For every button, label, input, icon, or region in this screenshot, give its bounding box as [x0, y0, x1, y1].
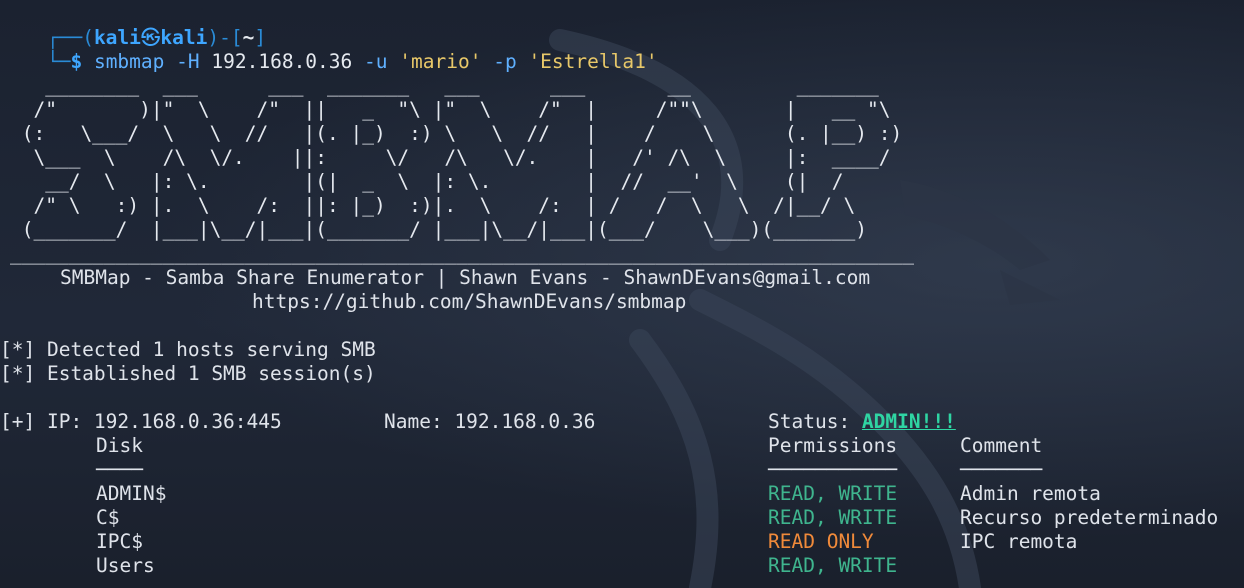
prompt-corner-bottom: └─ — [46, 50, 71, 73]
flag-host: -H — [176, 50, 200, 73]
header-comment: Comment — [960, 434, 1043, 457]
banner-art-line: (: \___/ \ \ // |(. |_) :) \ \ // | / \ … — [10, 122, 903, 145]
share-name: ADMIN$ — [96, 482, 167, 505]
arg-pass: 'Estrella1' — [528, 50, 658, 73]
host-name: Name: 192.168.0.36 — [384, 410, 596, 433]
info-established: [*] Established 1 SMB session(s) — [0, 362, 376, 385]
banner-art-line: (_______/ |___|\__/|___|(_______/ |___|\… — [10, 218, 868, 241]
smbmap-ascii-banner: ________ ___ ___ _______ ___ ___ __ ____… — [10, 74, 914, 266]
share-comment: Admin remota — [960, 482, 1101, 505]
banner-art-line: __/ \ |: \. |(| _ \ |: \. | // __' \ (| … — [10, 170, 844, 193]
header-permissions: Permissions — [768, 434, 898, 457]
underline-disk: ──── — [96, 458, 143, 481]
underline-permissions: ─────────── — [768, 458, 898, 481]
banner-subtitle: SMBMap - Samba Share Enumerator | Shawn … — [60, 266, 871, 289]
flag-pass: -p — [493, 50, 517, 73]
host-ip: [+] IP: 192.168.0.36:445 — [0, 410, 282, 433]
share-comment: IPC remota — [960, 530, 1078, 553]
banner-art-line: ________ ___ ___ _______ ___ ___ __ ____… — [10, 74, 879, 97]
arg-host: 192.168.0.36 — [211, 50, 353, 73]
arg-user: 'mario' — [399, 50, 482, 73]
share-permissions: READ, WRITE — [768, 554, 898, 577]
banner-art-line: /" \ :) |. \ /: ||: |_) :)|. \ /: | / / … — [10, 194, 856, 217]
share-name: IPC$ — [96, 530, 143, 553]
status-label: Status: — [768, 410, 862, 433]
status-admin-badge: ADMIN!!! — [861, 410, 956, 433]
terminal-output[interactable]: ┌──(kali㉿kali)-[~] └─$ smbmap -H 192.168… — [0, 0, 1244, 588]
share-permissions: READ, WRITE — [768, 482, 898, 505]
info-detected: [*] Detected 1 hosts serving SMB — [0, 338, 376, 361]
host-status: Status: ADMIN!!! — [768, 410, 956, 434]
share-permissions: READ, WRITE — [768, 506, 898, 529]
underline-comment: ─────── — [960, 458, 1043, 481]
command-line: └─$ smbmap -H 192.168.0.36 -u 'mario' -p… — [0, 26, 658, 73]
banner-url: https://github.com/ShawnDEvans/smbmap — [252, 290, 687, 313]
banner-art-line: /" )|" \ /" || _ "\ |" \ /" | /""\ | __ … — [10, 98, 891, 121]
prompt-line-1: ┌──(kali㉿kali)-[~] — [0, 2, 266, 49]
share-comment: Recurso predeterminado — [960, 506, 1219, 529]
flag-user: -u — [364, 50, 388, 73]
share-permissions: READ ONLY — [768, 530, 874, 553]
share-name: C$ — [96, 506, 120, 529]
prompt-dollar: $ — [70, 50, 83, 73]
banner-art-line: ________________________________________… — [10, 242, 914, 265]
header-disk: Disk — [96, 434, 143, 457]
banner-art-line: \___ \ /\ \/. ||: \/ /\ \/. | /' /\ \ |:… — [10, 146, 891, 169]
share-name: Users — [96, 554, 155, 577]
command-program: smbmap — [93, 50, 165, 73]
